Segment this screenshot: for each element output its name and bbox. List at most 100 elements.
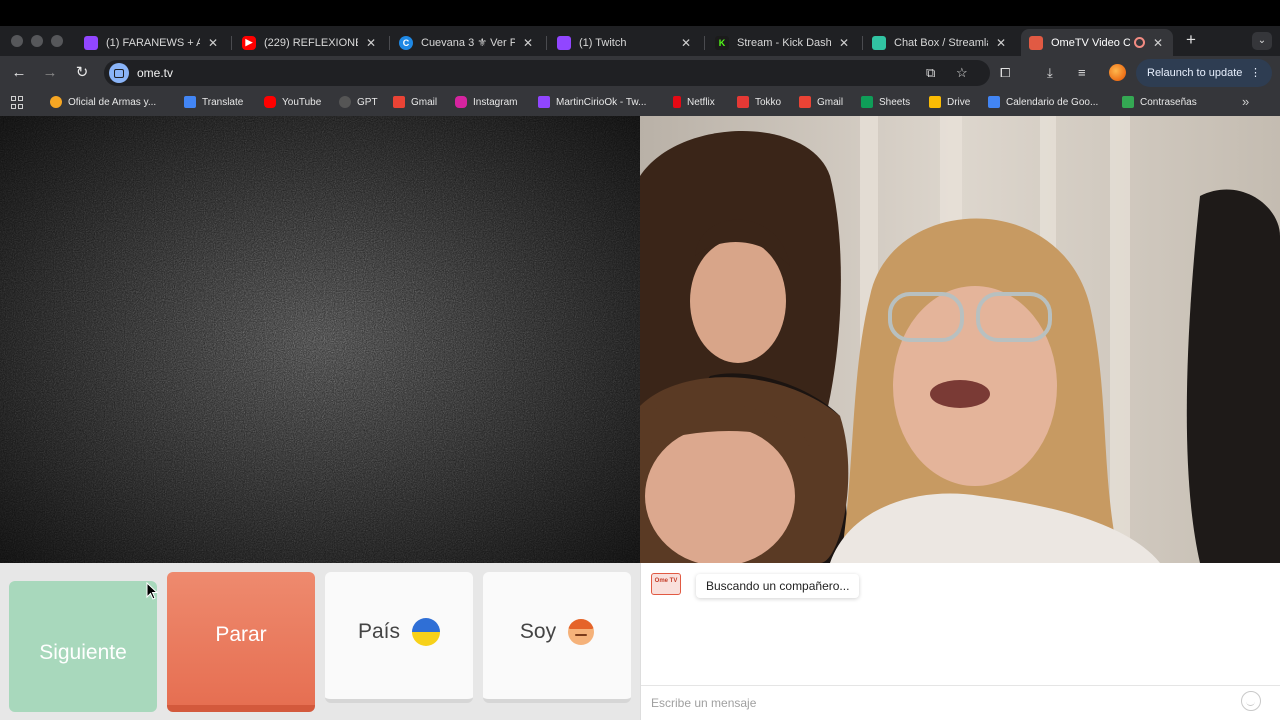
bookmark-item[interactable]: MartinCirioOk - Tw... bbox=[538, 96, 646, 108]
tab-separator bbox=[231, 36, 232, 50]
forward-arrow-icon[interactable]: → bbox=[40, 63, 60, 83]
reload-icon[interactable]: ↻ bbox=[72, 63, 92, 83]
tab-title: Cuevana 3 ⚜ Ver P bbox=[421, 37, 515, 49]
bookmark-item[interactable]: Gmail bbox=[393, 96, 437, 108]
bookmark-item[interactable]: Instagram bbox=[455, 96, 517, 108]
tab-title: (1) Twitch bbox=[579, 36, 627, 49]
bookmark-label: Gmail bbox=[411, 96, 438, 108]
tab-title: (229) REFLEXIONE bbox=[264, 36, 358, 49]
bookmark-item[interactable]: Tokko bbox=[737, 96, 781, 108]
bookmark-label: Drive bbox=[947, 96, 971, 108]
static-noise-image bbox=[0, 116, 640, 563]
translate-icon bbox=[184, 96, 196, 108]
chat-panel: Ome TV Buscando un compañero... bbox=[640, 563, 1280, 720]
bookmark-star-icon[interactable]: ☆ bbox=[956, 65, 968, 81]
next-label: Siguiente bbox=[39, 640, 127, 664]
tab-kick-dashboard[interactable]: K Stream - Kick Dash ✕ bbox=[707, 29, 859, 56]
bookmark-item[interactable]: Sheets bbox=[861, 96, 910, 108]
message-input[interactable] bbox=[641, 686, 1241, 720]
tab-separator bbox=[546, 36, 547, 50]
bookmark-item[interactable]: Drive bbox=[929, 96, 970, 108]
kick-icon: K bbox=[715, 35, 729, 50]
close-icon[interactable]: ✕ bbox=[994, 36, 1008, 50]
tab-separator bbox=[389, 36, 390, 50]
bookmark-label: YouTube bbox=[282, 96, 322, 108]
bookmark-item[interactable]: Contraseñas bbox=[1122, 96, 1197, 108]
bookmark-item[interactable]: Netflix bbox=[673, 96, 715, 108]
close-icon[interactable]: ✕ bbox=[206, 36, 220, 50]
ukraine-flag-icon bbox=[412, 617, 441, 646]
logo-text: Ome TV bbox=[654, 578, 678, 584]
tab-title: Chat Box / Streamla bbox=[894, 36, 988, 49]
stranger-video-noise bbox=[0, 116, 640, 563]
bookmark-item[interactable]: Gmail bbox=[799, 96, 843, 108]
tab-cuevana[interactable]: C Cuevana 3 ⚜ Ver P ✕ bbox=[391, 29, 543, 56]
browser-chrome: (1) FARANEWS + Al ✕ ▶ (229) REFLEXIONE ✕… bbox=[0, 26, 1280, 116]
tab-twitch[interactable]: (1) Twitch ✕ bbox=[549, 29, 701, 56]
screen-top-bar bbox=[0, 0, 1280, 26]
address-bar[interactable]: ome.tv ⧉ ☆ bbox=[104, 60, 990, 86]
window-close-dot[interactable] bbox=[11, 35, 23, 47]
tab-ometv[interactable]: OmeTV Video C ✕ bbox=[1021, 29, 1173, 56]
close-icon[interactable]: ✕ bbox=[521, 36, 535, 50]
gmail-icon bbox=[799, 96, 811, 108]
tab-separator bbox=[862, 36, 863, 50]
bookmark-label: Oficial de Armas y... bbox=[68, 96, 157, 108]
window-zoom-dot[interactable] bbox=[51, 35, 63, 47]
apps-grid-icon[interactable] bbox=[11, 96, 24, 109]
relaunch-label: Relaunch to update bbox=[1147, 67, 1243, 79]
close-icon[interactable]: ✕ bbox=[1151, 36, 1165, 50]
toolbar: ← → ↻ ome.tv ⧉ ☆ ⧠ ⤓ ≡ Relaunch to updat… bbox=[0, 56, 1280, 90]
next-button[interactable]: Siguiente bbox=[9, 581, 157, 712]
self-camera-video bbox=[640, 116, 1280, 563]
tab-title: (1) FARANEWS + Al bbox=[106, 36, 200, 49]
new-tab-button[interactable]: + bbox=[1182, 31, 1200, 49]
gender-button[interactable]: Soy bbox=[483, 572, 631, 703]
gender-label: Soy bbox=[519, 619, 557, 643]
ometv-icon bbox=[1029, 35, 1043, 50]
site-info-icon[interactable] bbox=[109, 63, 129, 83]
twitch-icon bbox=[557, 35, 571, 50]
relaunch-button[interactable]: Relaunch to update ⋮ bbox=[1136, 59, 1272, 87]
close-icon[interactable]: ✕ bbox=[364, 36, 378, 50]
install-app-icon[interactable]: ⧉ bbox=[926, 65, 935, 81]
chevron-double-right-icon[interactable]: » bbox=[1242, 94, 1249, 109]
stop-button[interactable]: Parar bbox=[167, 572, 315, 712]
country-button[interactable]: País bbox=[325, 572, 473, 703]
boy-emoji-icon bbox=[568, 618, 595, 645]
tab-reflexiones[interactable]: ▶ (229) REFLEXIONE ✕ bbox=[234, 29, 386, 56]
media-control-icon[interactable]: ≡ bbox=[1078, 65, 1086, 80]
recording-icon bbox=[1134, 37, 1145, 48]
bookmark-favicon-icon bbox=[50, 96, 62, 108]
bookmark-item[interactable]: Oficial de Armas y... bbox=[50, 96, 156, 108]
youtube-icon bbox=[264, 96, 276, 108]
download-icon[interactable]: ⤓ bbox=[1047, 65, 1053, 81]
tab-streamlabs[interactable]: Chat Box / Streamla ✕ bbox=[864, 29, 1016, 56]
close-icon[interactable]: ✕ bbox=[679, 36, 693, 50]
address-text: ome.tv bbox=[137, 66, 174, 80]
twitch-icon bbox=[538, 96, 550, 108]
bookmark-item[interactable]: GPT bbox=[339, 96, 378, 108]
bookmark-label: Sheets bbox=[879, 96, 911, 108]
window-minimize-dot[interactable] bbox=[31, 35, 43, 47]
bookmark-item[interactable]: YouTube bbox=[264, 96, 321, 108]
extensions-icon[interactable]: ⧠ bbox=[1000, 65, 1010, 81]
tab-search-button[interactable]: ⌄ bbox=[1252, 32, 1272, 50]
bookmark-item[interactable]: Calendario de Goo... bbox=[988, 96, 1098, 108]
bookmark-item[interactable]: Translate bbox=[184, 96, 243, 108]
drive-icon bbox=[929, 96, 941, 108]
profile-avatar[interactable] bbox=[1109, 64, 1126, 81]
tokko-icon bbox=[737, 96, 749, 108]
tab-title: OmeTV Video C bbox=[1051, 36, 1130, 49]
bookmark-label: Contraseñas bbox=[1140, 96, 1197, 108]
smiley-icon[interactable] bbox=[1241, 691, 1261, 711]
tab-faranews[interactable]: (1) FARANEWS + Al ✕ bbox=[76, 29, 228, 56]
bookmark-label: MartinCirioOk - Tw... bbox=[556, 96, 647, 108]
bookmarks-bar: Oficial de Armas y... Translate YouTube … bbox=[0, 90, 1280, 116]
back-arrow-icon[interactable]: ← bbox=[9, 63, 29, 83]
more-vert-icon[interactable]: ⋮ bbox=[1250, 59, 1261, 87]
bookmark-label: GPT bbox=[357, 96, 378, 108]
close-icon[interactable]: ✕ bbox=[837, 36, 851, 50]
stop-label: Parar bbox=[215, 622, 267, 646]
ometv-page: Siguiente Parar País Soy Ome TV Buscando… bbox=[0, 116, 1280, 720]
